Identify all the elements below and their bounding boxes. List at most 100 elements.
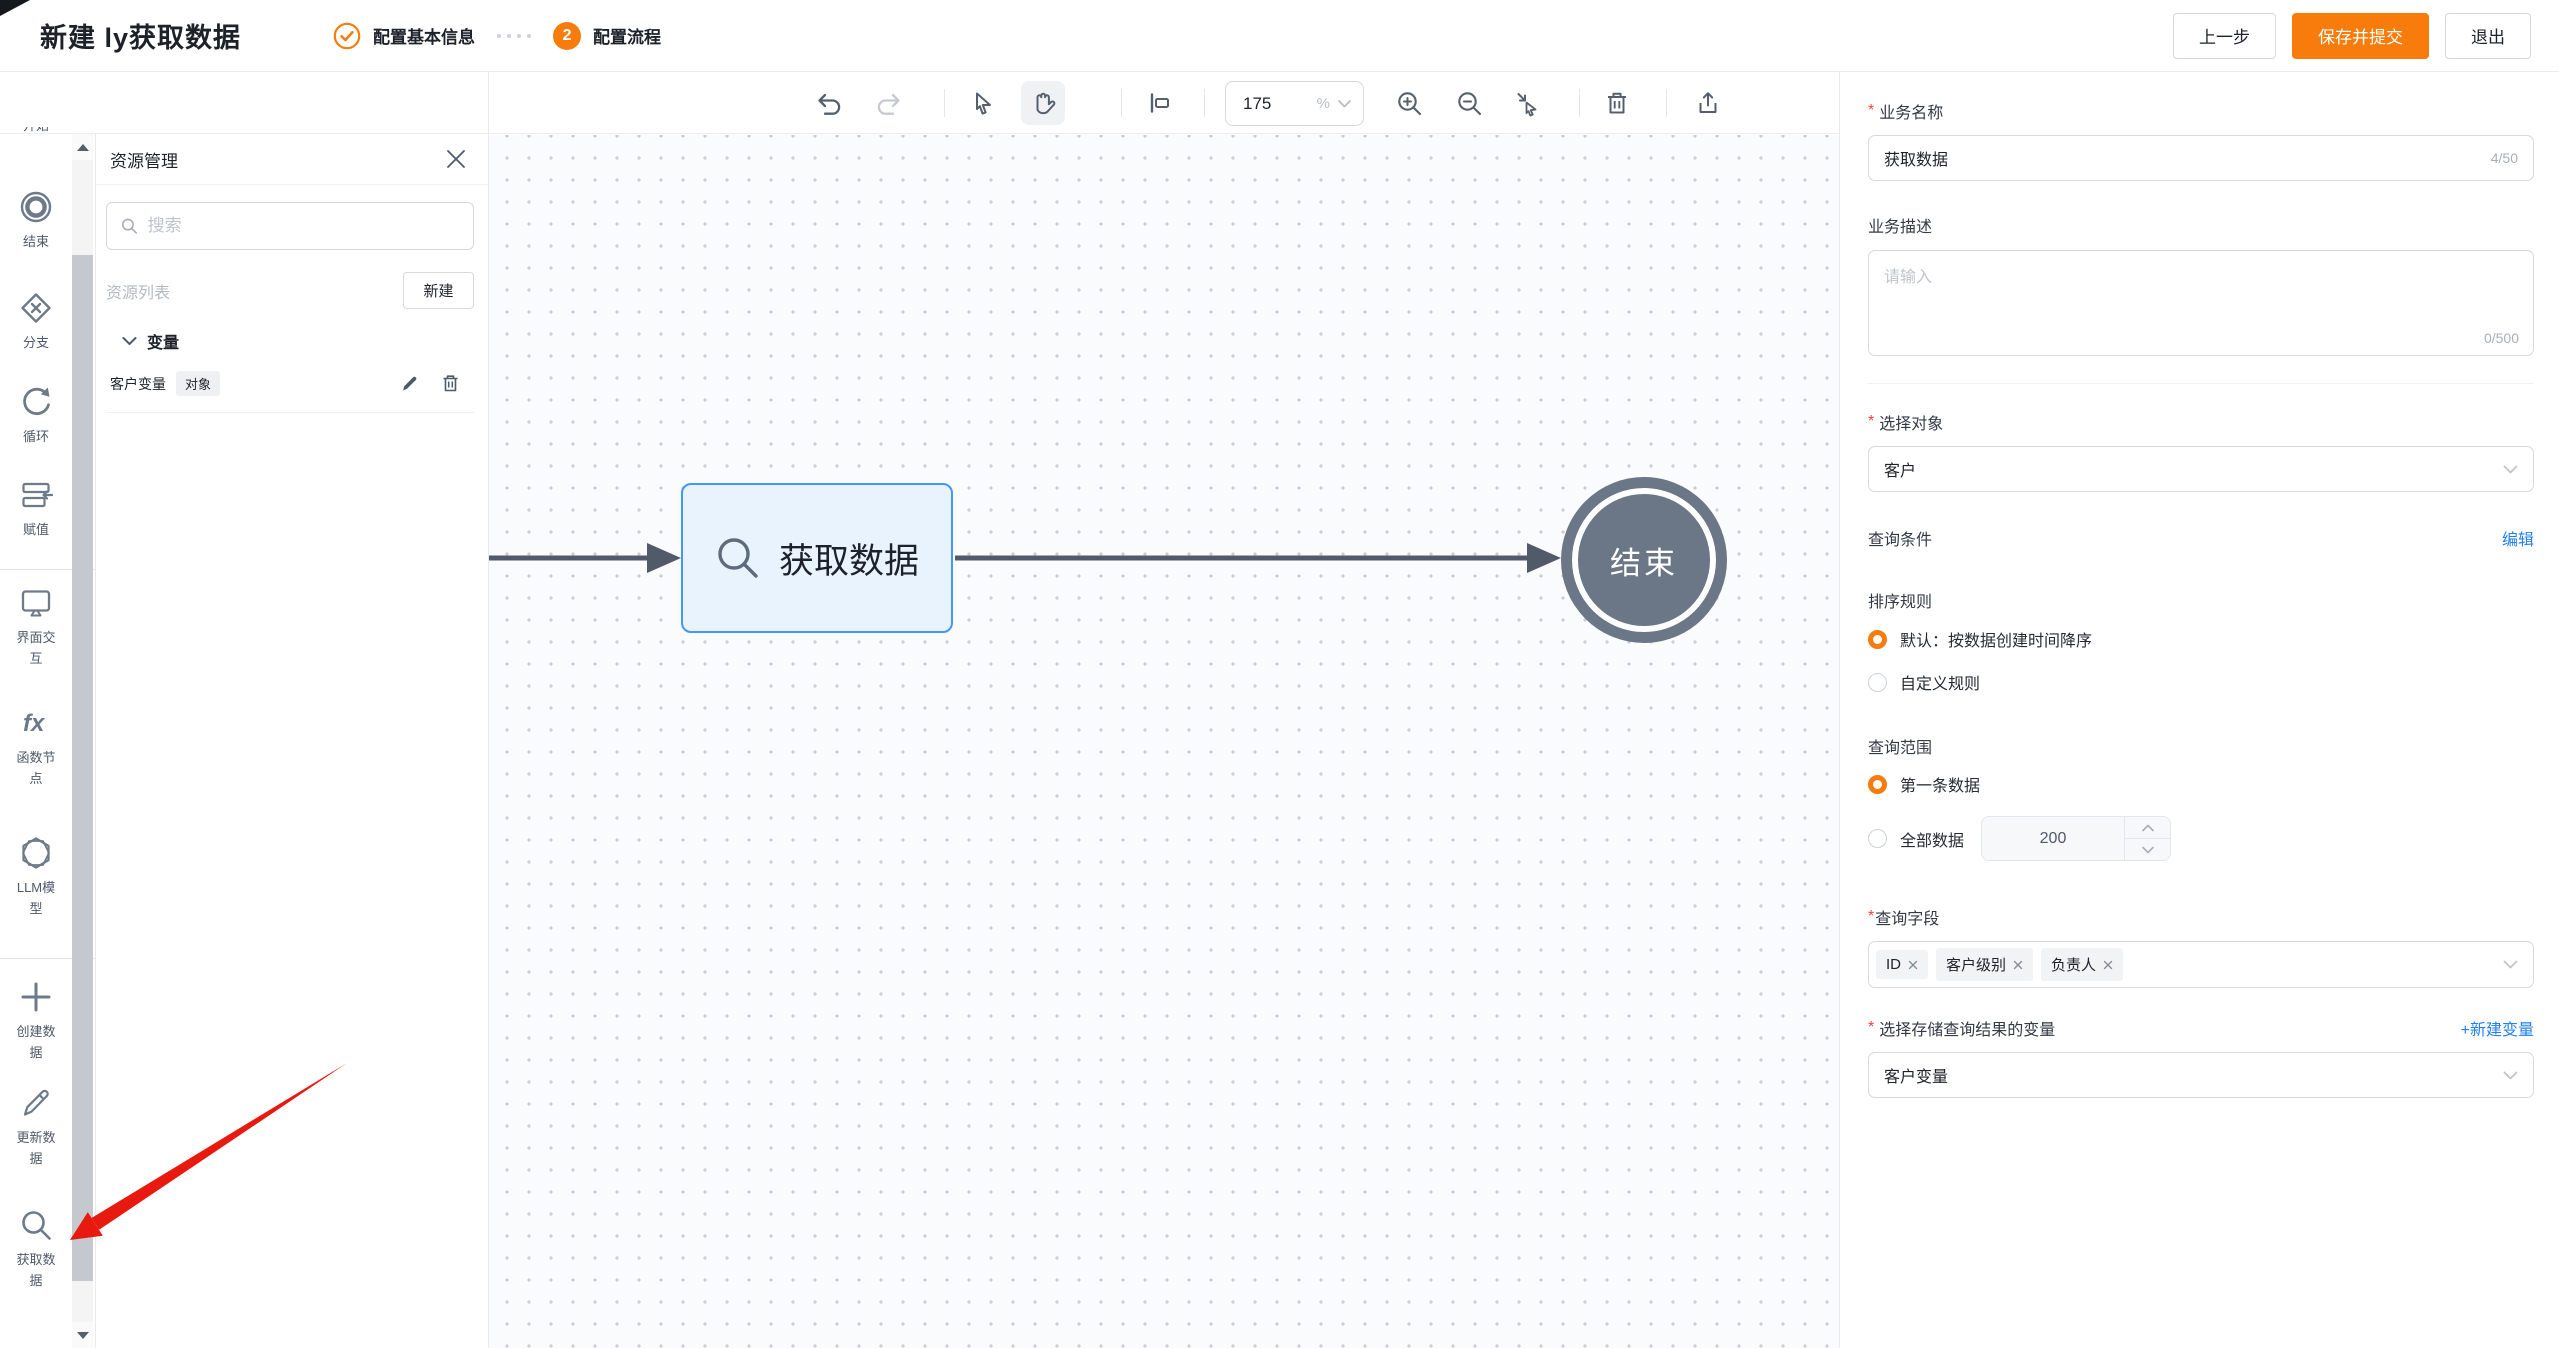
variable-list-item[interactable]: 客户变量 对象: [106, 367, 474, 413]
app-window: 新建 ly获取数据 配置基本信息 2 配置流程 上一步 保存并提交 退出 开始: [0, 0, 2559, 1348]
result-variable-row: * 选择存储查询结果的变量 +新建变量: [1868, 1016, 2534, 1040]
canvas-toolbar: 175 %: [489, 72, 1839, 134]
radio-unselected[interactable]: [1868, 829, 1887, 848]
scrollbar-thumb[interactable]: [72, 255, 93, 1281]
branch-icon: [19, 291, 53, 325]
flow-edges: [489, 135, 1839, 1348]
search-icon: [121, 217, 138, 235]
resource-search-box[interactable]: [106, 202, 474, 250]
remove-tag-icon[interactable]: [2103, 960, 2113, 970]
palette-item-assign[interactable]: 赋值: [0, 478, 72, 540]
variable-name: 客户变量: [110, 374, 166, 394]
resource-panel-header: 资源管理: [96, 134, 488, 185]
palette-item-ui-interaction[interactable]: 界面交互: [0, 586, 72, 669]
redo-button[interactable]: [867, 81, 911, 125]
radio-selected[interactable]: [1868, 630, 1887, 649]
select-tool-button[interactable]: [960, 81, 1004, 125]
toolbar-divider: [1579, 89, 1580, 117]
palette-item-llm[interactable]: LLM模型: [0, 836, 72, 919]
scroll-up-button[interactable]: [72, 134, 93, 160]
query-fields-multiselect[interactable]: ID 客户级别 负责人: [1868, 941, 2534, 988]
plus-icon: [19, 980, 53, 1014]
fit-view-button[interactable]: [1504, 81, 1548, 125]
range-label: 查询范围: [1868, 734, 2534, 758]
desc-char-counter: 0/500: [2484, 330, 2519, 346]
result-variable-select[interactable]: 客户变量: [1868, 1052, 2534, 1098]
percent-sign: %: [1317, 95, 1330, 112]
palette-item-create-data[interactable]: 创建数据: [0, 980, 72, 1063]
save-submit-button[interactable]: 保存并提交: [2292, 13, 2429, 59]
step1-label[interactable]: 配置基本信息: [373, 23, 475, 48]
stepper-down-button[interactable]: [2125, 838, 2170, 860]
palette-item-clipped[interactable]: 开始: [0, 127, 72, 153]
new-variable-link[interactable]: +新建变量: [2461, 1016, 2534, 1040]
new-resource-button[interactable]: 新建: [403, 272, 474, 309]
palette-item-function[interactable]: fx 函数节点: [0, 706, 72, 789]
undo-button[interactable]: [807, 81, 851, 125]
flow-node-get-data[interactable]: 获取数据: [681, 483, 953, 633]
delete-button[interactable]: [1595, 81, 1639, 125]
resource-search-input[interactable]: [148, 216, 459, 236]
chevron-down-icon: [2503, 465, 2518, 474]
palette-item-end[interactable]: 结束: [0, 190, 72, 252]
chevron-down-icon: [1338, 100, 1351, 108]
remove-tag-icon[interactable]: [1908, 960, 1918, 970]
result-variable-label: * 选择存储查询结果的变量: [1868, 1016, 2055, 1040]
toolbar-divider: [1666, 89, 1667, 117]
object-select[interactable]: 客户: [1868, 446, 2534, 492]
count-value: 200: [1982, 817, 2124, 860]
sort-custom-option[interactable]: 自定义规则: [1868, 670, 2534, 694]
scroll-down-button[interactable]: [72, 1322, 93, 1348]
export-button[interactable]: [1686, 81, 1730, 125]
palette-item-loop[interactable]: 循环: [0, 385, 72, 447]
magnifier-icon: [19, 1208, 53, 1242]
delete-trash-icon[interactable]: [441, 374, 460, 393]
zoom-level-select[interactable]: 175 %: [1225, 81, 1364, 126]
palette-item-update-data[interactable]: 更新数据: [0, 1086, 72, 1169]
sort-default-option[interactable]: 默认：按数据创建时间降序: [1868, 627, 2534, 651]
palette-scrollbar[interactable]: [72, 134, 93, 1348]
loop-icon: [19, 385, 53, 419]
variable-group-toggle[interactable]: 变量: [122, 329, 474, 353]
object-value: 客户: [1884, 457, 1916, 481]
end-node-label: 结束: [1610, 538, 1678, 583]
corner-mark: [0, 0, 32, 18]
step2-label[interactable]: 配置流程: [593, 23, 661, 48]
zoom-value: 175: [1243, 94, 1271, 114]
exit-button[interactable]: 退出: [2445, 13, 2531, 59]
svg-text:fx: fx: [23, 710, 46, 737]
pencil-icon: [19, 1086, 53, 1120]
field-tag: 负责人: [2041, 948, 2123, 981]
fx-icon: fx: [19, 706, 53, 740]
palette-item-branch[interactable]: 分支: [0, 291, 72, 353]
flow-canvas: 175 %: [488, 72, 1839, 1348]
align-button[interactable]: [1137, 81, 1181, 125]
undo-icon: [815, 90, 843, 116]
zoom-out-button[interactable]: [1447, 81, 1491, 125]
variable-group-label: 变量: [147, 329, 179, 353]
object-field-label: * 选择对象: [1868, 410, 2534, 434]
pan-tool-button[interactable]: [1021, 81, 1065, 125]
zoom-in-button[interactable]: [1387, 81, 1431, 125]
condition-edit-link[interactable]: 编辑: [2502, 526, 2534, 550]
prev-step-button[interactable]: 上一步: [2173, 13, 2276, 59]
desc-textarea[interactable]: 请输入 0/500: [1868, 250, 2534, 356]
range-first-option[interactable]: 第一条数据: [1868, 772, 2534, 796]
count-stepper[interactable]: 200: [1981, 816, 2171, 861]
stepper-up-button[interactable]: [2125, 817, 2170, 838]
step2-number-badge: 2: [553, 22, 581, 50]
edit-pencil-icon[interactable]: [400, 374, 419, 393]
desc-placeholder: 请输入: [1884, 269, 1932, 286]
palette-item-get-data[interactable]: 获取数据: [0, 1208, 72, 1291]
step-done-check-icon: [333, 22, 361, 50]
canvas-grid[interactable]: 获取数据 结束: [489, 135, 1839, 1348]
radio-unselected[interactable]: [1868, 673, 1887, 692]
remove-tag-icon[interactable]: [2013, 960, 2023, 970]
radio-selected[interactable]: [1868, 775, 1887, 794]
query-fields-label: * 查询字段: [1868, 905, 2534, 929]
name-input[interactable]: 获取数据 4/50: [1868, 135, 2534, 181]
flow-node-end[interactable]: 结束: [1561, 477, 1727, 643]
end-node-icon: [19, 190, 53, 224]
range-all-option[interactable]: 全部数据 200: [1868, 816, 2534, 861]
close-icon[interactable]: [444, 147, 468, 171]
